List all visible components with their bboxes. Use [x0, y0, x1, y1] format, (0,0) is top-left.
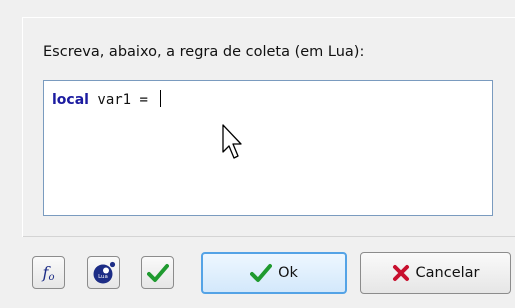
mouse-pointer-icon [222, 124, 242, 159]
ok-button[interactable]: Ok [201, 252, 347, 294]
ok-button-label: Ok [278, 265, 298, 281]
cancel-button-label: Cancelar [415, 265, 480, 281]
lua-code-editor[interactable]: local var1 = [43, 80, 493, 216]
cancel-button[interactable]: Cancelar [360, 252, 511, 294]
code-line: local var1 = [52, 90, 162, 108]
close-icon [392, 265, 409, 281]
checkmark-icon [250, 264, 273, 282]
function-icon: fo [42, 262, 55, 283]
checkmark-icon [146, 263, 169, 282]
text-caret [160, 90, 162, 107]
lua-logo-icon: Lua [93, 261, 115, 283]
code-text: var1 = [88, 92, 157, 108]
lua-button[interactable]: Lua [87, 256, 120, 289]
svg-text:Lua: Lua [98, 274, 108, 280]
rule-prompt-label: Escreva, abaixo, a regra de coleta (em L… [43, 44, 365, 60]
function-button[interactable]: fo [32, 256, 65, 289]
code-keyword: local [52, 92, 89, 108]
validate-button[interactable] [141, 256, 174, 289]
collection-rule-dialog: Escreva, abaixo, a regra de coleta (em L… [0, 0, 515, 308]
